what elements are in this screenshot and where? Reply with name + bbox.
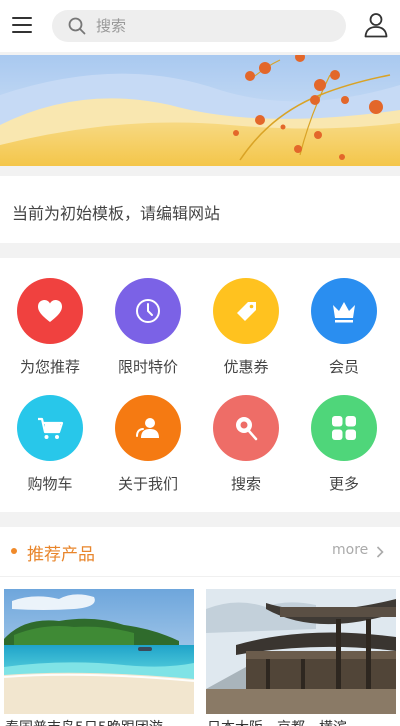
menu-icon[interactable] (12, 15, 32, 35)
people-icon (136, 418, 159, 438)
top-header (0, 0, 400, 52)
grid-item-more[interactable]: 更多 (294, 375, 394, 493)
product-image-temple (206, 589, 396, 714)
clock-icon (136, 299, 160, 323)
grid-item-coupon[interactable]: 优惠券 (196, 258, 296, 376)
more-link[interactable]: more (332, 542, 384, 558)
notice-bar: 当前为初始模板，请编辑网站 (0, 176, 400, 243)
crown-icon (333, 302, 355, 323)
more-grid-icon (332, 416, 356, 440)
grid-item-search[interactable]: 搜索 (196, 375, 296, 493)
grid-item-label: 购物车 (27, 475, 73, 493)
grid-item-label: 限时特价 (117, 358, 178, 376)
grid-item-label: 为您推荐 (19, 358, 80, 376)
grid-item-about[interactable]: 关于我们 (98, 375, 198, 493)
chevron-right-icon (376, 546, 384, 558)
grid-item-label: 搜索 (230, 475, 261, 493)
grid-item-label: 优惠券 (223, 358, 269, 376)
grid-item-recommend[interactable]: 为您推荐 (0, 258, 100, 376)
grid-item-label: 关于我们 (117, 475, 178, 493)
grid-item-label: 会员 (328, 358, 359, 376)
search-icon (68, 17, 86, 35)
grid-item-member[interactable]: 会员 (294, 258, 394, 376)
bullet-dot (11, 548, 17, 554)
section-title: 推荐产品 (27, 545, 95, 565)
section-header: 推荐产品 more (0, 527, 400, 577)
product-title: 日本大阪、京都、横滨 (207, 717, 395, 726)
product-card[interactable]: 泰国普吉岛5日5晚跟团游 (4, 589, 194, 726)
search-input[interactable] (96, 10, 326, 42)
banner-image[interactable] (0, 55, 400, 166)
product-title: 泰国普吉岛5日5晚跟团游 (5, 717, 193, 726)
more-label: more (332, 542, 369, 558)
user-icon[interactable] (364, 12, 388, 38)
grid-item-special-offer[interactable]: 限时特价 (98, 258, 198, 376)
search-bar[interactable] (52, 10, 346, 42)
icon-grid: 为您推荐 限时特价 优惠券 会员 购物车 关于我们 搜索 更多 (0, 258, 400, 512)
grid-item-cart[interactable]: 购物车 (0, 375, 100, 493)
cart-icon (38, 417, 64, 439)
product-image-beach (4, 589, 194, 714)
heart-icon (38, 300, 62, 322)
grid-item-label: 更多 (328, 475, 359, 493)
search-icon (236, 417, 258, 441)
tag-icon (237, 302, 256, 321)
notice-text: 当前为初始模板，请编辑网站 (12, 204, 221, 223)
product-card[interactable]: 日本大阪、京都、横滨 (206, 589, 396, 726)
recommended-products: 推荐产品 more (0, 527, 400, 726)
